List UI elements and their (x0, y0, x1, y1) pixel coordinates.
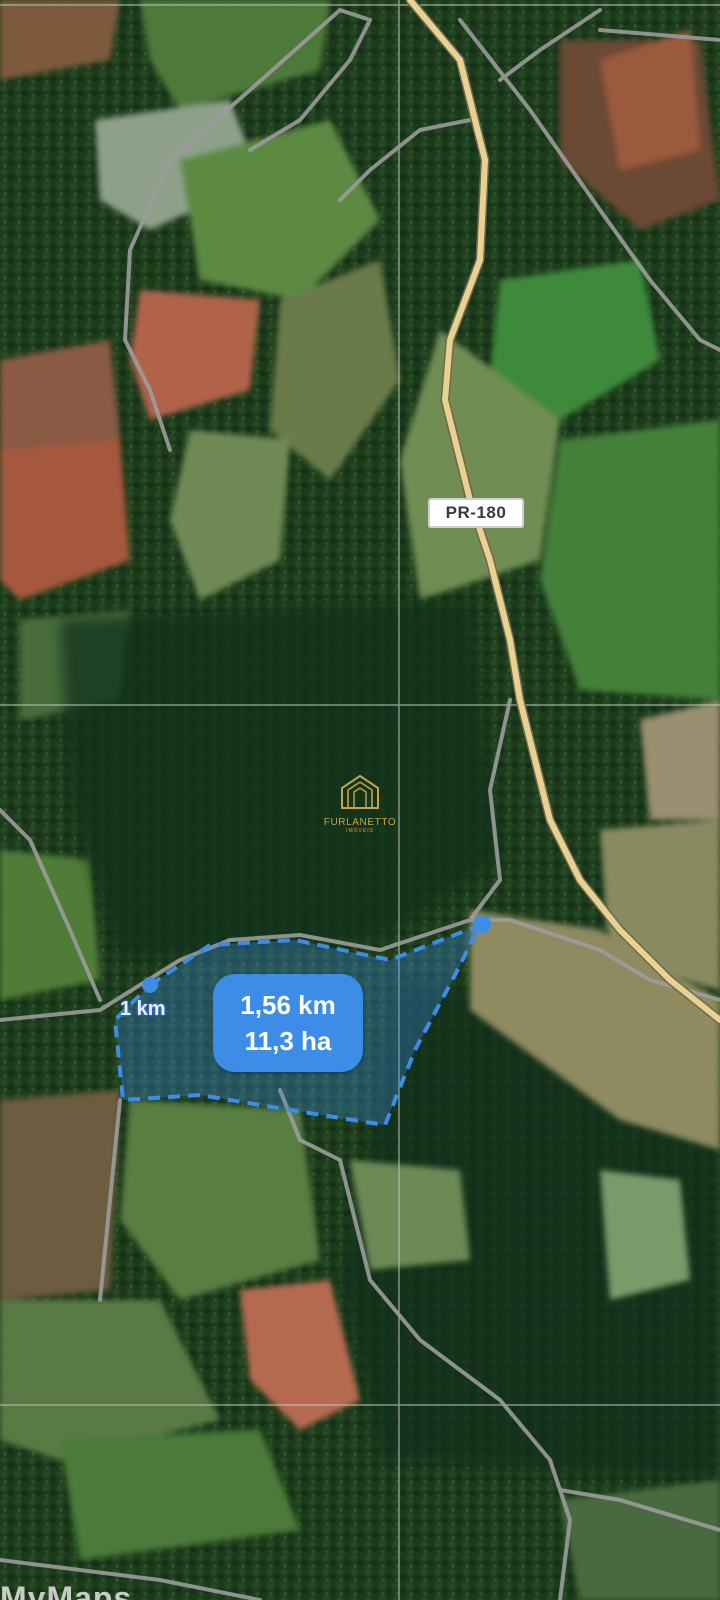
distance-value: 1,56 km (240, 990, 336, 1020)
area-value: 11,3 ha (244, 1026, 332, 1056)
watermark-brand: FURLANETTO (323, 817, 397, 828)
watermark-sub: IMÓVEIS (346, 828, 374, 834)
map-attribution: MyMaps (0, 1580, 133, 1600)
house-logo-icon (341, 774, 379, 809)
vertex-handle[interactable] (142, 977, 158, 993)
map-view[interactable]: PR-180 FURLANETTO IMÓVEIS 1 km 1,56 km 1… (0, 0, 720, 1600)
road-label-pr-180: PR-180 (428, 498, 524, 528)
measurement-badge[interactable]: 1,56 km 11,3 ha (213, 974, 363, 1072)
vertex-handle[interactable] (473, 915, 491, 933)
segment-length-label: 1 km (120, 998, 166, 1020)
furlanetto-watermark: FURLANETTO IMÓVEIS (320, 774, 400, 834)
